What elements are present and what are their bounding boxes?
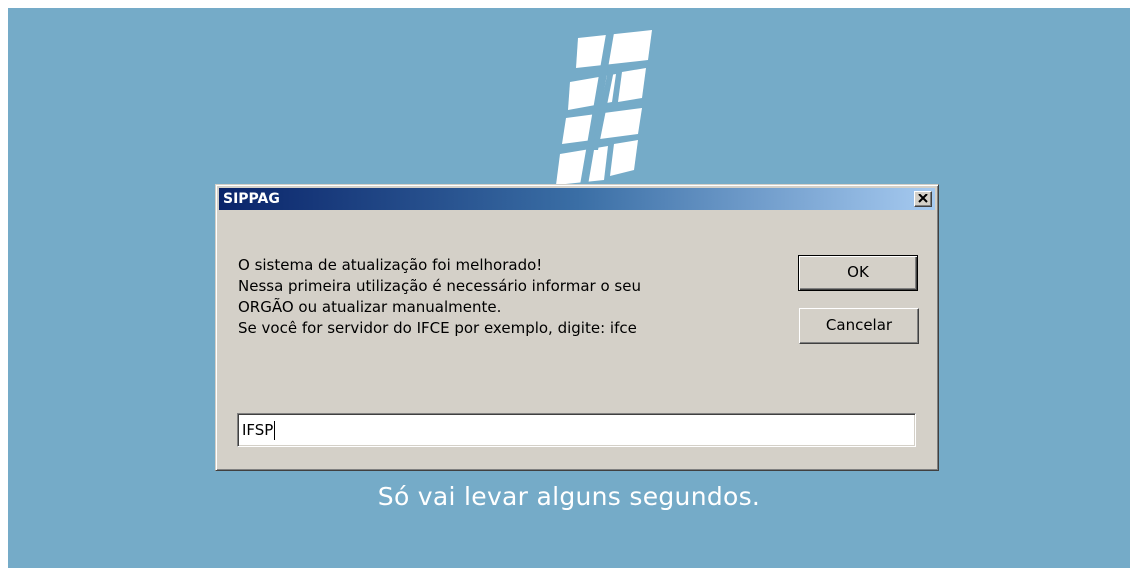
dialog-titlebar[interactable]: SIPPAG bbox=[219, 188, 935, 210]
close-button[interactable] bbox=[914, 191, 932, 207]
splash-status-text: Só vai levar alguns segundos. bbox=[377, 482, 761, 511]
sippag-logo bbox=[556, 30, 652, 185]
text-caret bbox=[274, 421, 276, 440]
dialog-message: O sistema de atualização foi melhorado! … bbox=[238, 255, 788, 339]
message-line: Se você for servidor do IFCE por exemplo… bbox=[238, 319, 637, 337]
message-line: O sistema de atualização foi melhorado! bbox=[238, 256, 543, 274]
message-line: Nessa primeira utilização é necessário i… bbox=[238, 277, 641, 295]
orgao-input-value: IFSP bbox=[242, 421, 274, 439]
cancel-button[interactable]: Cancelar bbox=[799, 308, 919, 344]
sippag-dialog: SIPPAG O sistema de atualização foi melh… bbox=[215, 184, 939, 471]
orgao-input[interactable]: IFSP bbox=[237, 413, 916, 447]
ok-button[interactable]: OK bbox=[798, 255, 918, 291]
dialog-title: SIPPAG bbox=[223, 191, 280, 207]
message-line: ORGÃO ou atualizar manualmente. bbox=[238, 298, 502, 316]
close-icon bbox=[918, 194, 928, 203]
